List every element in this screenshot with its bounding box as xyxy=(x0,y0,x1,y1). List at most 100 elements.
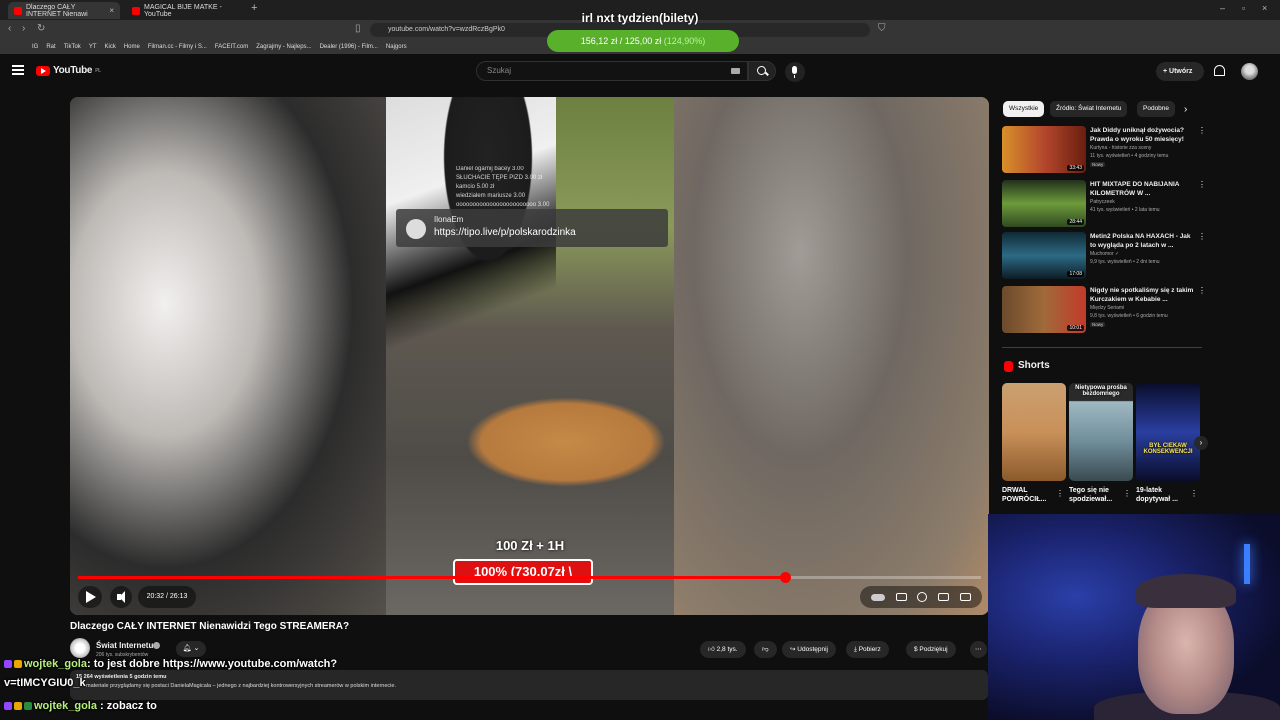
recommended-video[interactable]: 17:08 Metin2 Polska NA HAXACH - Jak to w… xyxy=(1002,232,1206,280)
divider xyxy=(1002,347,1202,348)
bookmark-filman[interactable]: Filman.cc - Filmy i S... xyxy=(148,44,207,50)
brave-shield-icon[interactable]: ⛉ xyxy=(878,23,886,34)
short-caption: Nietypowa prośba bezdomnego xyxy=(1075,385,1127,397)
bookmark-faceit[interactable]: FACEIT.com xyxy=(215,44,248,50)
progress-scrubber[interactable] xyxy=(780,572,792,583)
chevron-right-icon[interactable]: › xyxy=(1194,436,1208,450)
bookmark-ig[interactable]: IG xyxy=(32,44,38,50)
share-label: Udostępnij xyxy=(797,646,828,653)
chip-all[interactable]: Wszystkie xyxy=(1003,101,1045,117)
channel-name: Muchomor ✓ xyxy=(1090,251,1120,257)
short-thumbnail[interactable] xyxy=(1002,383,1066,481)
youtube-logo[interactable]: YouTube PL xyxy=(36,65,101,76)
video-player[interactable]: Daniel ogarnij bacey 3.00 SŁUCHACIE TĘPE… xyxy=(70,97,989,615)
bookmark-icon[interactable]: ▯ xyxy=(355,23,361,34)
bookmark-najgors[interactable]: Najgors xyxy=(386,44,407,50)
fullscreen-icon[interactable] xyxy=(959,593,971,601)
recommended-video[interactable]: 28:44 HIT MIXTAPE DO NABIJANIA KILOMETRÓ… xyxy=(1002,180,1206,228)
browser-tab-active[interactable]: Dlaczego CAŁY INTERNET Nienawi × xyxy=(8,2,120,19)
back-icon[interactable]: ‹ xyxy=(8,23,11,34)
thanks-button[interactable]: $ Podziękuj xyxy=(906,641,956,658)
create-button[interactable]: + Utwórz xyxy=(1156,62,1204,81)
lamp xyxy=(1244,544,1250,584)
more-options-icon[interactable]: ⋮ xyxy=(1056,489,1064,498)
progress-fill xyxy=(78,576,786,579)
share-button[interactable]: ↪ Udostępnij xyxy=(782,641,836,658)
chat-message-continued: v=tIMCYGIU0_k xyxy=(4,677,86,689)
donation-line: Daniel ogarnij bacey 3.00 xyxy=(456,166,524,172)
close-window-icon[interactable]: × xyxy=(1262,3,1267,13)
miniplayer-icon[interactable] xyxy=(938,593,950,601)
recommended-video[interactable]: 10:01 Nigdy nie spotkaliśmy się z takim … xyxy=(1002,286,1206,334)
short-title[interactable]: Tego się nie spodziewał... xyxy=(1069,486,1123,504)
subtitles-icon[interactable] xyxy=(895,593,907,601)
shorts-heading: Shorts xyxy=(1018,360,1050,371)
chip-similar[interactable]: Podobne xyxy=(1137,101,1176,117)
youtube-header: YouTube PL Szukaj + Utwórz xyxy=(0,56,1280,88)
video-meta: 9,8 tys. wyświetleń • 6 godzin temu xyxy=(1090,313,1168,319)
bookmark-rat[interactable]: Rat xyxy=(46,44,55,50)
subscription-bell-button[interactable]: 🔔︎ ⌄ xyxy=(176,641,206,657)
youtube-play-logo-icon xyxy=(36,65,50,76)
forward-icon[interactable]: › xyxy=(22,23,25,34)
more-options-icon[interactable]: ⋮ xyxy=(1198,126,1206,135)
video-duration: 10:01 xyxy=(1067,325,1084,331)
bookmark-zagrajmy[interactable]: Zagrajmy - Najleps... xyxy=(256,44,311,50)
new-tab-icon[interactable]: + xyxy=(251,2,257,14)
short-title[interactable]: DRWAL POWRÓCIŁ... xyxy=(1002,486,1056,504)
tab-title: MAGICAL BIJE MATKE - YouTube xyxy=(144,3,222,18)
chat-badge-icon xyxy=(14,702,22,711)
chevron-right-icon[interactable]: › xyxy=(1184,104,1187,115)
minimize-icon[interactable]: – xyxy=(1220,3,1225,13)
create-label: Utwórz xyxy=(1169,68,1193,75)
more-options-icon[interactable]: ⋮ xyxy=(1190,489,1198,498)
short-thumbnail[interactable]: Nietypowa prośba bezdomnego xyxy=(1069,383,1133,481)
progress-bar[interactable] xyxy=(78,572,981,583)
person-figure xyxy=(386,97,556,397)
reload-icon[interactable]: ↻ xyxy=(37,23,45,34)
maximize-icon[interactable]: ▫ xyxy=(1242,3,1245,13)
more-options-icon[interactable]: ⋮ xyxy=(1198,232,1206,241)
time-display: 20:32 / 26:13 xyxy=(138,586,196,608)
close-tab-icon[interactable]: × xyxy=(109,6,114,15)
autoplay-toggle-icon[interactable] xyxy=(871,593,886,601)
recommended-video[interactable]: 33:43 Jak Diddy uniknął dożywocia? Prawd… xyxy=(1002,126,1206,174)
bookmark-dealer[interactable]: Dealer (1996) - Film... xyxy=(320,44,378,50)
channel-avatar[interactable] xyxy=(70,638,90,658)
short-title[interactable]: 19-latek dopytywał ... xyxy=(1136,486,1190,504)
chat-message: wojtek_gola: to jest dobre https://www.y… xyxy=(4,658,337,670)
bookmark-kick[interactable]: Kick xyxy=(104,44,115,50)
search-button[interactable] xyxy=(748,61,776,81)
notifications-bell-icon[interactable] xyxy=(1214,65,1225,76)
microphone-icon[interactable] xyxy=(785,62,805,82)
search-input[interactable]: Szukaj xyxy=(476,61,748,81)
settings-gear-icon[interactable] xyxy=(917,592,928,602)
dislike-button[interactable]: 👎︎ xyxy=(754,641,777,658)
keyboard-icon[interactable] xyxy=(731,68,740,74)
bookmark-tiktok[interactable]: TikTok xyxy=(64,44,81,50)
donation-line: SŁUCHACIE TĘPE PIZD 3.00 zł xyxy=(456,175,543,181)
bookmark-home[interactable]: Home xyxy=(124,44,140,50)
hamburger-menu-icon[interactable] xyxy=(12,65,24,75)
browser-tab[interactable]: MAGICAL BIJE MATKE - YouTube xyxy=(126,2,246,19)
channel-name[interactable]: Świat Internetu xyxy=(96,641,153,650)
like-button[interactable]: 👍︎ 2,8 tys. xyxy=(700,641,746,658)
more-options-icon[interactable]: ⋮ xyxy=(1198,286,1206,295)
volume-icon[interactable] xyxy=(110,586,132,608)
video-title: Nigdy nie spotkaliśmy się z takim Kurcza… xyxy=(1090,287,1194,303)
account-avatar[interactable] xyxy=(1241,63,1258,80)
tipo-link: https://tipo.live/p/polskarodzinka xyxy=(434,227,576,238)
chip-source[interactable]: Źródło: Świat Internetu xyxy=(1050,101,1128,117)
blurred-background-right xyxy=(674,97,989,615)
play-button[interactable] xyxy=(78,586,102,608)
more-options-icon[interactable]: ⋮ xyxy=(1123,489,1131,498)
video-title: Metin2 Polska NA HAXACH - Jak to wygląda… xyxy=(1090,233,1191,249)
download-button[interactable]: ⤓ Pobierz xyxy=(846,641,889,658)
short-thumbnail[interactable]: BYŁ CIEKAW KONSEKWENCJI xyxy=(1136,383,1200,481)
bookmark-yt[interactable]: YT xyxy=(89,44,97,50)
channel-name: Patryczeek xyxy=(1090,199,1115,205)
more-actions-icon[interactable]: ⋯ xyxy=(970,641,987,658)
donation-line: kamcio 5.00 zł xyxy=(456,184,495,190)
more-options-icon[interactable]: ⋮ xyxy=(1198,180,1206,189)
video-meta: 9,9 tys. wyświetleń • 2 dni temu xyxy=(1090,259,1160,265)
